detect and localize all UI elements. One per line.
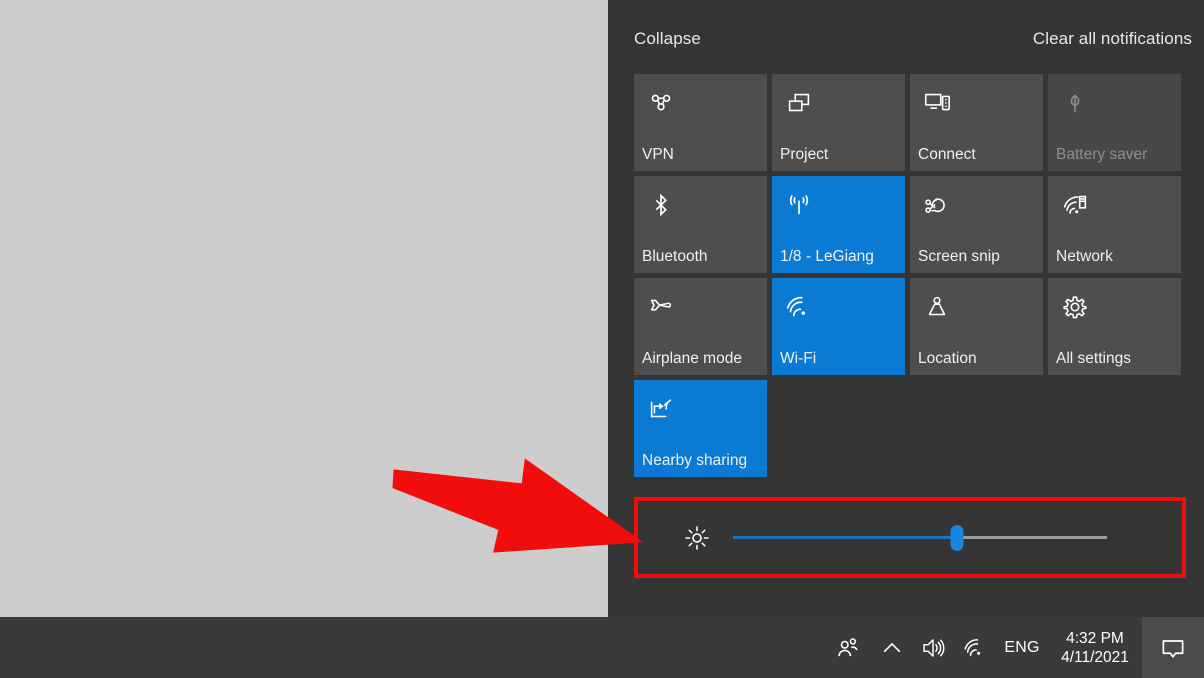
quick-action-tile-nearby-sharing[interactable]: Nearby sharing <box>634 380 767 477</box>
slider-fill <box>733 536 957 539</box>
quick-action-label: Wi-Fi <box>780 349 901 369</box>
quick-action-label: All settings <box>1056 349 1177 369</box>
chevron-up-icon-glyph <box>879 635 905 661</box>
quick-actions-grid: VPN Project <box>634 74 1194 482</box>
wifi-icon <box>784 292 814 322</box>
quick-action-tile-location[interactable]: Location <box>910 278 1043 375</box>
system-tray: ENG 4:32 PM 4/11/2021 <box>824 617 1204 678</box>
action-center-button[interactable] <box>1142 617 1204 678</box>
action-center-icon <box>1159 634 1187 662</box>
action-center-header: Collapse Clear all notifications <box>608 18 1204 60</box>
nearby-sharing-icon <box>646 394 676 424</box>
quick-action-tile-all-settings[interactable]: All settings <box>1048 278 1181 375</box>
location-icon <box>922 292 952 322</box>
brightness-slider-row <box>638 501 1182 574</box>
people-icon-glyph <box>835 635 861 661</box>
quick-action-label: Airplane mode <box>642 349 763 369</box>
slider-thumb[interactable] <box>951 525 964 551</box>
quick-actions-row: VPN Project <box>634 74 1194 171</box>
quick-action-tile-vpn[interactable]: VPN <box>634 74 767 171</box>
collapse-link[interactable]: Collapse <box>634 28 701 50</box>
quick-action-label: Battery saver <box>1056 145 1177 165</box>
quick-action-tile-network[interactable]: Network <box>1048 176 1181 273</box>
project-icon <box>784 88 814 118</box>
battery-saver-icon <box>1060 88 1090 118</box>
quick-action-tile-project[interactable]: Project <box>772 74 905 171</box>
brightness-slider-row-highlight <box>634 497 1186 578</box>
quick-action-tile-screen-snip[interactable]: Screen snip <box>910 176 1043 273</box>
network-icon <box>1060 190 1090 220</box>
screen: Collapse Clear all notifications VPN <box>0 0 1204 678</box>
quick-action-tile-wifi[interactable]: Wi-Fi <box>772 278 905 375</box>
language-indicator[interactable]: ENG <box>996 617 1048 678</box>
clock-time: 4:32 PM <box>1048 629 1142 648</box>
connect-icon <box>922 88 952 118</box>
speaker-icon[interactable] <box>912 617 954 678</box>
wifi-icon[interactable] <box>954 617 996 678</box>
quick-action-label: Location <box>918 349 1039 369</box>
taskbar: ENG 4:32 PM 4/11/2021 <box>0 617 1204 678</box>
brightness-slider[interactable] <box>733 525 1107 551</box>
people-icon[interactable] <box>824 617 872 678</box>
quick-actions-row: Bluetooth 1/8 - LeGiang <box>634 176 1194 273</box>
clock[interactable]: 4:32 PM 4/11/2021 <box>1048 617 1142 678</box>
quick-actions-row: Nearby sharing <box>634 380 1194 477</box>
quick-action-label: Screen snip <box>918 247 1039 267</box>
airplane-icon <box>646 292 676 322</box>
mobile-hotspot-icon <box>784 190 814 220</box>
quick-actions-row: Airplane mode Wi-Fi <box>634 278 1194 375</box>
quick-action-label: 1/8 - LeGiang <box>780 247 901 267</box>
clear-all-notifications-link[interactable]: Clear all notifications <box>1033 28 1192 50</box>
vpn-icon <box>646 88 676 118</box>
quick-action-label: Bluetooth <box>642 247 763 267</box>
speaker-icon-glyph <box>920 635 946 661</box>
quick-action-label: Connect <box>918 145 1039 165</box>
quick-action-tile-connect[interactable]: Connect <box>910 74 1043 171</box>
screen-snip-icon <box>922 190 952 220</box>
quick-action-tile-airplane-mode[interactable]: Airplane mode <box>634 278 767 375</box>
quick-action-label: Network <box>1056 247 1177 267</box>
quick-action-tile-bluetooth[interactable]: Bluetooth <box>634 176 767 273</box>
wifi-icon-glyph <box>962 635 988 661</box>
gear-icon <box>1060 292 1090 322</box>
brightness-sun-icon <box>683 524 711 552</box>
quick-action-label: Project <box>780 145 901 165</box>
quick-action-tile-battery-saver[interactable]: Battery saver <box>1048 74 1181 171</box>
chevron-up-icon[interactable] <box>872 617 912 678</box>
bluetooth-icon <box>646 190 676 220</box>
quick-action-label: Nearby sharing <box>642 451 763 471</box>
quick-action-tile-mobile-hotspot[interactable]: 1/8 - LeGiang <box>772 176 905 273</box>
clock-date: 4/11/2021 <box>1048 648 1142 667</box>
quick-action-label: VPN <box>642 145 763 165</box>
